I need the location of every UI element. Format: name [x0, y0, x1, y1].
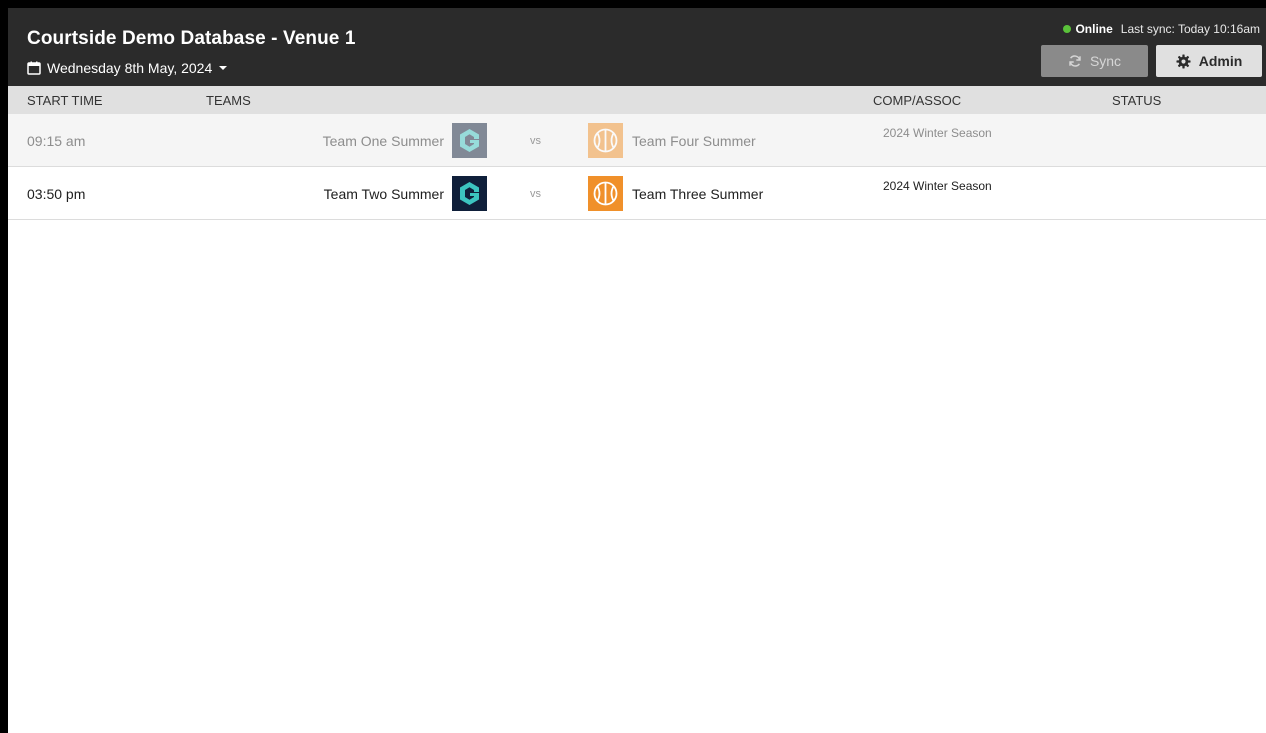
col-start-time[interactable]: START TIME [27, 93, 103, 108]
away-team-logo-icon [588, 123, 623, 158]
sync-label: Sync [1089, 53, 1122, 69]
page-title: Courtside Demo Database - Venue 1 [27, 28, 356, 49]
away-team-name: Team Four Summer [632, 133, 756, 149]
column-headers: START TIME TEAMS COMP/ASSOC STATUS [8, 86, 1266, 114]
date-label: Wednesday 8th May, 2024 [47, 60, 213, 76]
versus-label: vs [530, 188, 541, 200]
away-team-name: Team Three Summer [632, 186, 764, 202]
home-team-logo-icon [452, 123, 487, 158]
competition-name: 2024 Winter Season [883, 126, 992, 140]
caret-down-icon [219, 66, 228, 70]
online-indicator-icon [1063, 25, 1072, 33]
game-row[interactable]: 03:50 pm Team Two Summer vs Team Three S… [8, 167, 1266, 220]
col-comp-assoc[interactable]: COMP/ASSOC [873, 93, 961, 108]
home-team-name: Team One Summer [322, 133, 444, 149]
competition-name: 2024 Winter Season [883, 179, 992, 193]
col-status[interactable]: STATUS [1112, 93, 1161, 108]
away-team-logo-icon [588, 176, 623, 211]
col-teams[interactable]: TEAMS [206, 93, 251, 108]
app-window: Courtside Demo Database - Venue 1 Wednes… [8, 8, 1266, 733]
sync-button[interactable]: Sync [1041, 45, 1148, 77]
home-team-name: Team Two Summer [323, 186, 444, 202]
home-team-logo-icon [452, 176, 487, 211]
top-bar: Courtside Demo Database - Venue 1 Wednes… [8, 8, 1266, 86]
sync-icon [1069, 55, 1081, 67]
versus-label: vs [530, 135, 541, 147]
online-label: Online [1075, 22, 1113, 36]
gear-icon [1176, 53, 1191, 69]
admin-label: Admin [1198, 53, 1243, 69]
game-start-time: 03:50 pm [27, 186, 86, 202]
game-row[interactable]: 09:15 am Team One Summer vs Team Four Su… [8, 114, 1266, 167]
admin-button[interactable]: Admin [1156, 45, 1262, 77]
calendar-icon [27, 61, 41, 75]
connection-status: Online Last sync: Today 10:16am [1063, 22, 1260, 36]
last-sync-label: Last sync: Today 10:16am [1120, 22, 1260, 36]
date-selector[interactable]: Wednesday 8th May, 2024 [27, 58, 234, 78]
game-start-time: 09:15 am [27, 133, 86, 149]
